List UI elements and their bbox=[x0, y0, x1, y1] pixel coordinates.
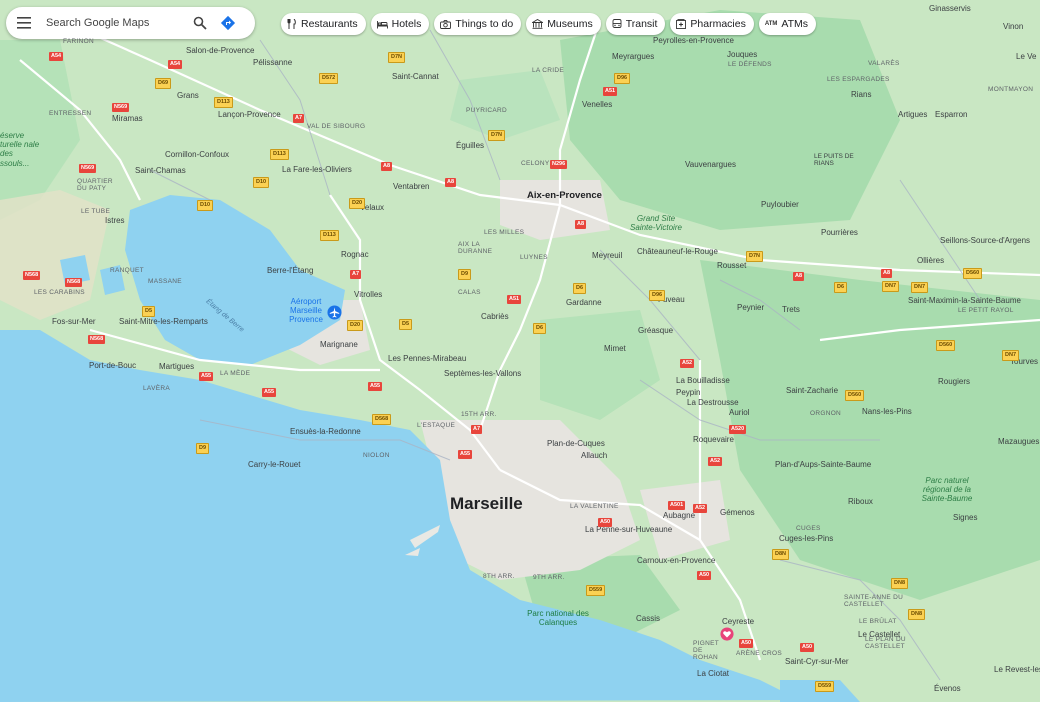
museum-icon bbox=[532, 19, 544, 29]
chip-restaurants[interactable]: Restaurants bbox=[281, 13, 366, 35]
chip-label: Restaurants bbox=[301, 18, 358, 30]
chip-label: Museums bbox=[547, 18, 593, 30]
chip-transit[interactable]: Transit bbox=[605, 13, 666, 35]
chip-label: ATMs bbox=[781, 18, 809, 30]
bed-icon bbox=[376, 20, 388, 28]
category-chips: Restaurants Hotels Things to do Museums … bbox=[281, 13, 817, 35]
directions-icon bbox=[220, 15, 236, 31]
chip-museums[interactable]: Museums bbox=[526, 13, 601, 35]
search-button[interactable] bbox=[186, 7, 214, 39]
search-input[interactable] bbox=[42, 17, 186, 29]
fork-knife-icon bbox=[287, 19, 296, 29]
bus-icon bbox=[612, 19, 622, 28]
saved-place-heart-icon[interactable] bbox=[720, 627, 734, 641]
chip-label: Pharmacies bbox=[690, 18, 746, 30]
lake bbox=[60, 255, 90, 285]
chip-label: Hotels bbox=[391, 18, 422, 30]
chip-atms[interactable]: ATM ATMs bbox=[758, 13, 817, 35]
camera-icon bbox=[440, 19, 452, 29]
chip-hotels[interactable]: Hotels bbox=[370, 13, 430, 35]
chip-label: Things to do bbox=[455, 18, 514, 30]
pharmacy-icon bbox=[676, 19, 687, 29]
search-box bbox=[6, 7, 255, 39]
atm-icon: ATM bbox=[764, 21, 778, 27]
directions-button[interactable] bbox=[214, 7, 242, 39]
hamburger-menu-icon bbox=[17, 17, 31, 29]
airport-icon[interactable] bbox=[327, 305, 342, 320]
chip-label: Transit bbox=[625, 18, 658, 30]
map-canvas[interactable] bbox=[0, 0, 1040, 702]
chip-pharmacies[interactable]: Pharmacies bbox=[670, 13, 754, 35]
chip-things-to-do[interactable]: Things to do bbox=[434, 13, 522, 35]
search-icon bbox=[193, 16, 207, 30]
menu-button[interactable] bbox=[6, 7, 42, 39]
urban-area bbox=[500, 180, 610, 240]
